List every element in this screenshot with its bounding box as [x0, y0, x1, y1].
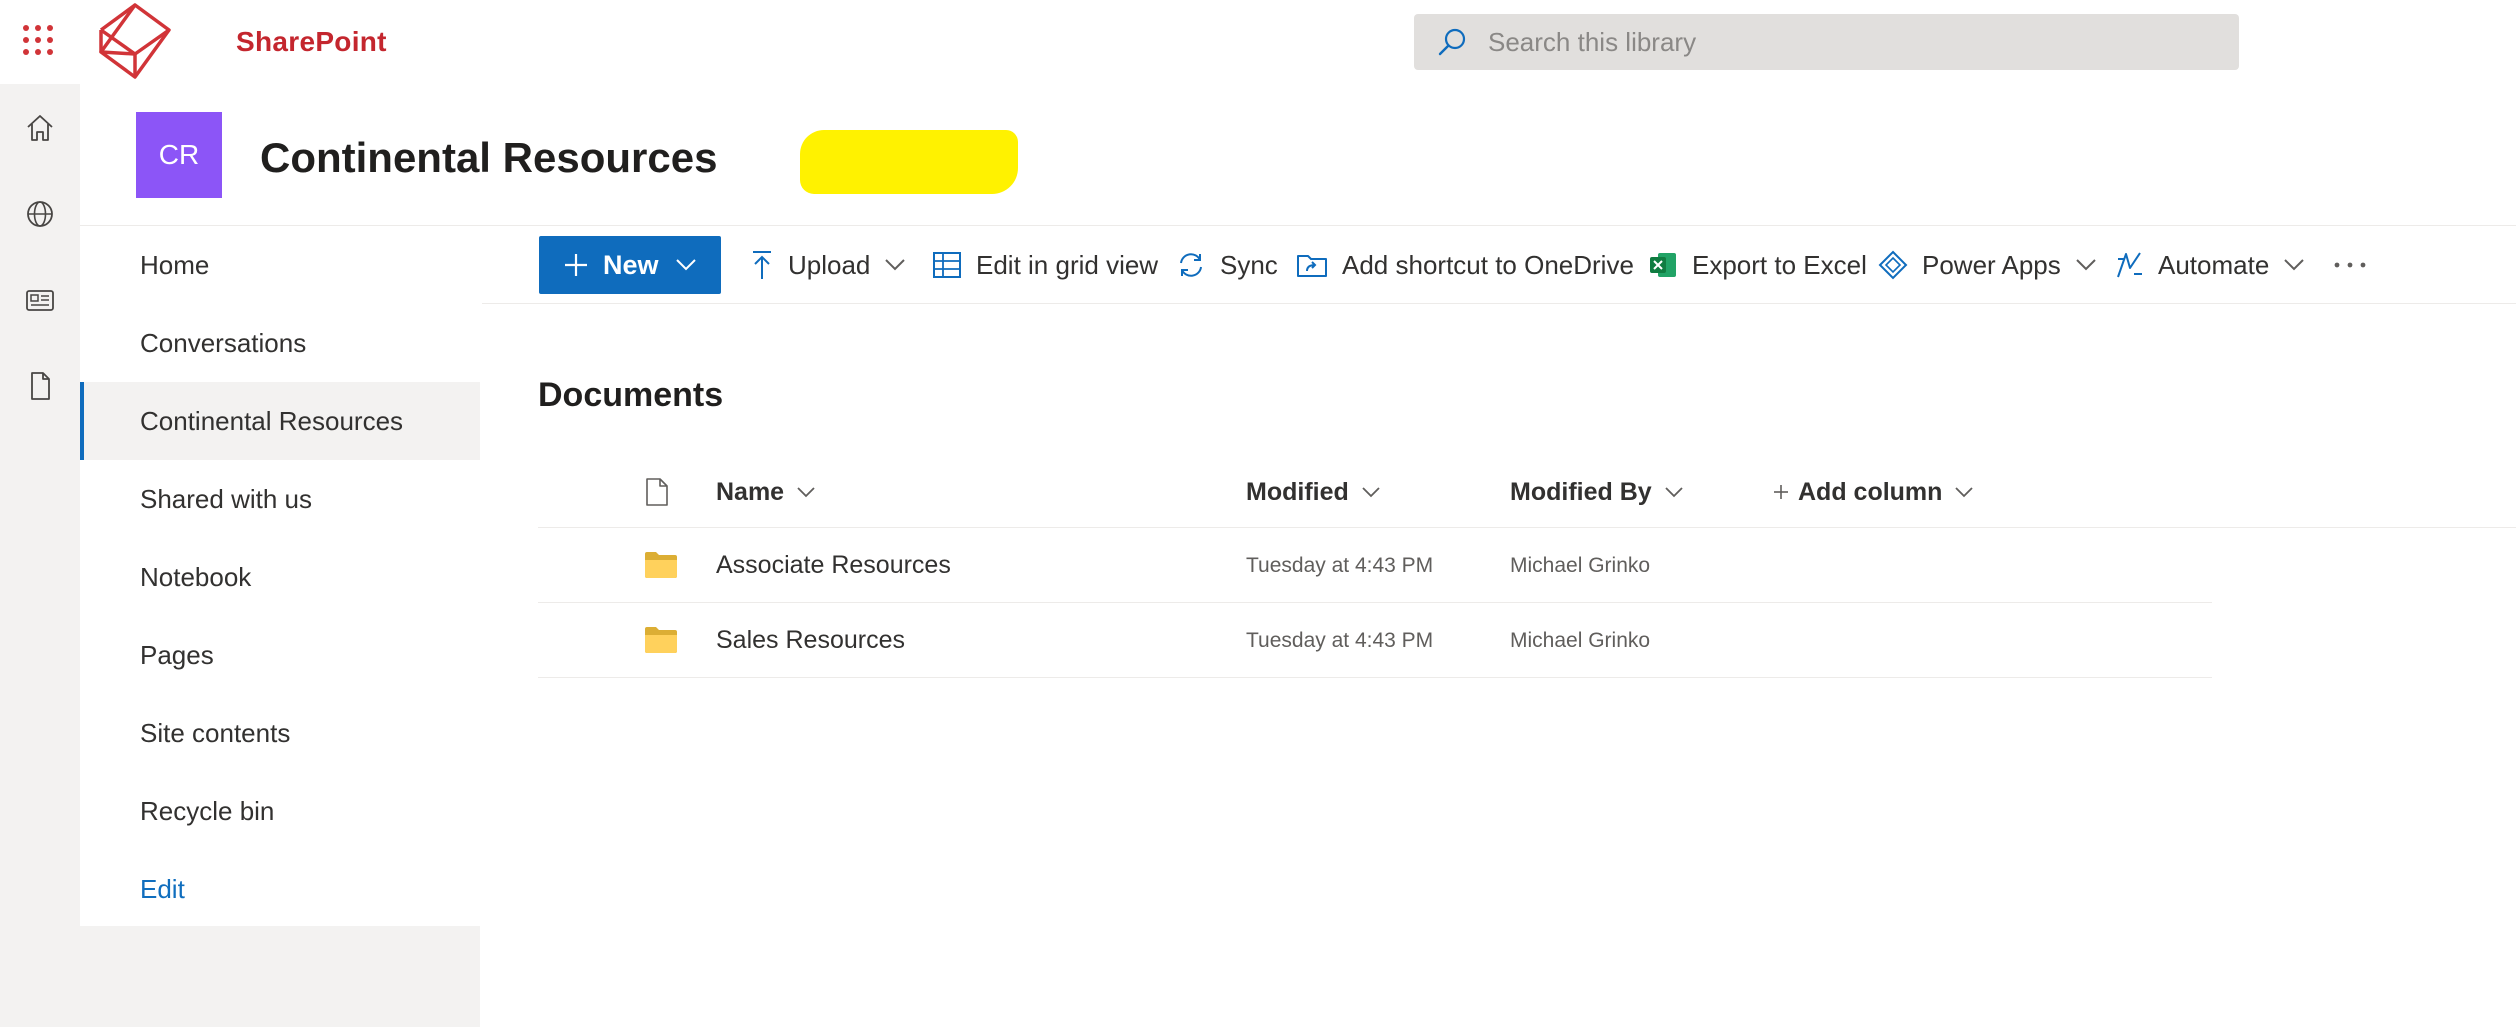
row-name[interactable]: Sales Resources: [716, 603, 905, 678]
upload-button[interactable]: Upload: [750, 226, 906, 304]
row-modified-by[interactable]: Michael Grinko: [1510, 603, 1650, 678]
column-modified-label: Modified: [1246, 477, 1349, 506]
site-logo[interactable]: CR: [136, 112, 222, 198]
table-row[interactable]: Sales Resources Tuesday at 4:43 PM Micha…: [538, 603, 2212, 678]
nav-item-home[interactable]: Home: [80, 226, 480, 304]
nav-panel: Home Conversations Continental Resources…: [80, 226, 480, 926]
excel-icon: [1650, 253, 1676, 277]
automate-icon: [2117, 252, 2142, 278]
app-bar: [0, 84, 80, 1027]
chevron-down-icon: [1665, 487, 1683, 498]
edit-grid-label: Edit in grid view: [976, 249, 1159, 280]
nav-item-conversations[interactable]: Conversations: [80, 304, 480, 382]
column-header-modified[interactable]: Modified: [1246, 456, 1381, 528]
nav-item-shared-with-us[interactable]: Shared with us: [80, 460, 480, 538]
news-icon[interactable]: [16, 276, 64, 324]
globe-icon[interactable]: [16, 190, 64, 238]
power-apps-icon: [1878, 250, 1908, 280]
home-icon[interactable]: [16, 104, 64, 152]
file-type-icon[interactable]: [644, 456, 670, 528]
power-apps-label: Power Apps: [1922, 249, 2061, 280]
nav-item-notebook[interactable]: Notebook: [80, 538, 480, 616]
chevron-down-icon: [2284, 259, 2305, 271]
chevron-down-icon: [675, 259, 696, 271]
row-modified: Tuesday at 4:43 PM: [1246, 628, 1434, 652]
nav-item-recycle-bin[interactable]: Recycle bin: [80, 772, 480, 850]
new-button-label: New: [603, 249, 659, 280]
plus-icon: [565, 254, 587, 276]
chevron-down-icon: [1955, 487, 1974, 498]
add-shortcut-to-onedrive-button[interactable]: Add shortcut to OneDrive: [1296, 226, 1634, 304]
shortcut-folder-icon: [1297, 255, 1327, 277]
command-bar: New Upload Edit in grid view Sync Add sh…: [482, 226, 2516, 304]
add-column-button[interactable]: Add column: [1772, 456, 1974, 528]
chevron-down-icon: [885, 259, 906, 271]
sync-button[interactable]: Sync: [1176, 226, 1278, 304]
column-name-label: Name: [716, 477, 785, 506]
site-title[interactable]: Continental Resources: [260, 134, 717, 182]
column-modified-by-label: Modified By: [1510, 477, 1652, 506]
folder-icon: [645, 552, 677, 578]
company-logo: [99, 3, 171, 79]
search-box[interactable]: [1414, 14, 2239, 70]
column-header-name[interactable]: Name: [716, 456, 816, 528]
add-column-label: Add column: [1798, 477, 1943, 506]
app-launcher-icon[interactable]: [18, 20, 56, 58]
new-button[interactable]: New: [539, 236, 721, 294]
chevron-down-icon: [2076, 259, 2096, 271]
suite-header: SharePoint: [0, 0, 2516, 84]
list-header: Name Modified Modified By Add column: [538, 456, 2516, 528]
site-header: CR Continental Resources: [80, 84, 2516, 226]
folder-icon: [645, 627, 677, 653]
nav-edit-link[interactable]: Edit: [80, 850, 480, 928]
nav-item-continental-resources[interactable]: Continental Resources: [80, 382, 480, 460]
nav-item-pages[interactable]: Pages: [80, 616, 480, 694]
more-options-icon[interactable]: [2332, 226, 2368, 304]
automate-label: Automate: [2158, 249, 2270, 280]
file-icon[interactable]: [16, 362, 64, 410]
table-row[interactable]: Associate Resources Tuesday at 4:43 PM M…: [538, 528, 2212, 603]
app-name[interactable]: SharePoint: [236, 26, 387, 58]
library-title: Documents: [538, 376, 724, 414]
export-label: Export to Excel: [1692, 249, 1867, 280]
upload-icon: [753, 251, 771, 279]
highlight-marker: [800, 130, 1018, 194]
search-icon: [1438, 28, 1466, 56]
row-modified: Tuesday at 4:43 PM: [1246, 553, 1434, 577]
upload-label: Upload: [788, 249, 871, 280]
grid-icon: [933, 252, 961, 278]
column-header-modified-by[interactable]: Modified By: [1510, 456, 1684, 528]
edit-in-grid-view-button[interactable]: Edit in grid view: [932, 226, 1158, 304]
nav-item-site-contents[interactable]: Site contents: [80, 694, 480, 772]
sync-label: Sync: [1220, 249, 1278, 280]
chevron-down-icon: [797, 487, 815, 498]
power-apps-button[interactable]: Power Apps: [1878, 226, 2097, 304]
sync-icon: [1180, 253, 1202, 277]
search-input[interactable]: [1488, 26, 2228, 58]
row-name[interactable]: Associate Resources: [716, 528, 951, 603]
add-shortcut-label: Add shortcut to OneDrive: [1342, 249, 1634, 280]
plus-icon: [1774, 485, 1788, 499]
row-modified-by[interactable]: Michael Grinko: [1510, 528, 1650, 603]
export-to-excel-button[interactable]: Export to Excel: [1648, 226, 1867, 304]
automate-button[interactable]: Automate: [2114, 226, 2305, 304]
chevron-down-icon: [1362, 487, 1380, 498]
